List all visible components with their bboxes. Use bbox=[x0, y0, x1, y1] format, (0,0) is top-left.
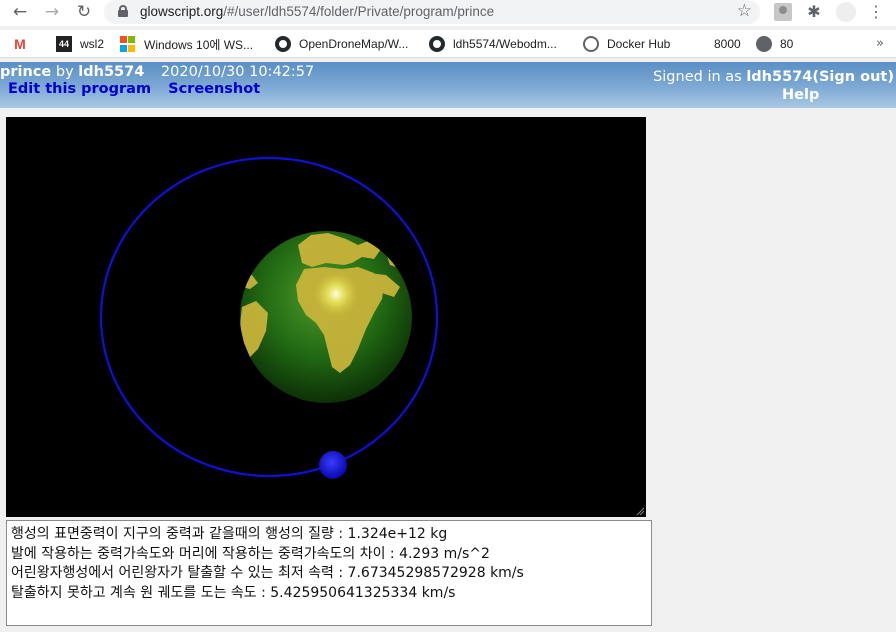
extension-profile-icon[interactable] bbox=[774, 3, 792, 21]
print-output-box[interactable]: 행성의 표면중력이 지구의 중력과 같을때의 행성의 질량 : 1.324e+1… bbox=[6, 520, 652, 626]
bookmark-8000[interactable]: 8000 bbox=[714, 35, 741, 53]
sign-out-link[interactable]: (Sign out) bbox=[812, 69, 894, 85]
gmail-icon: M bbox=[14, 36, 26, 52]
bookmark-opendronemap[interactable]: OpenDroneMap/W... bbox=[275, 35, 408, 53]
lock-icon bbox=[118, 5, 128, 17]
signed-in-status: Signed in as ldh5574(Sign out) bbox=[653, 69, 894, 85]
back-icon[interactable]: ← bbox=[8, 1, 32, 23]
scene-svg bbox=[99, 156, 439, 479]
bookmark-webodm[interactable]: ldh5574/Webodm... bbox=[429, 35, 557, 53]
github-icon bbox=[275, 36, 291, 52]
signed-in-user: ldh5574 bbox=[746, 69, 813, 85]
output-line: 어린왕자행성에서 어린왕자가 탈출할 수 있는 최저 속력 : 7.673452… bbox=[11, 565, 524, 581]
bookmark-star-icon[interactable]: ☆ bbox=[737, 1, 752, 21]
program-name: prince bbox=[0, 64, 52, 80]
vpython-canvas[interactable] bbox=[6, 117, 646, 517]
output-line: 발에 작용하는 중력가속도와 머리에 작용하는 중력가속도의 차이 : 4.29… bbox=[11, 545, 490, 562]
resize-grip-icon[interactable] bbox=[635, 506, 645, 516]
forward-icon[interactable]: → bbox=[40, 1, 64, 23]
docker-icon bbox=[583, 36, 599, 52]
by-label: by bbox=[55, 64, 74, 80]
profile-avatar[interactable] bbox=[836, 2, 856, 22]
site-44-icon: 44 bbox=[56, 36, 72, 52]
browser-toolbar: ← → ↻ glowscript.org/#/user/ldh5574/fold… bbox=[0, 0, 896, 26]
bookmark-windows-wsl[interactable]: Windows 10에 WS... bbox=[120, 35, 253, 53]
windows-logo-icon bbox=[120, 36, 136, 52]
output-line: 탈출하지 못하고 계속 원 궤도를 도는 속도 : 5.425950641325… bbox=[11, 584, 456, 601]
moon-sphere bbox=[319, 451, 347, 479]
extensions-puzzle-icon[interactable]: ✱ bbox=[805, 3, 823, 21]
globe-icon bbox=[756, 36, 772, 52]
bookmark-wsl2[interactable]: 44 wsl2 bbox=[56, 35, 104, 53]
edit-program-link[interactable]: Edit this program bbox=[8, 81, 151, 97]
screenshot-link[interactable]: Screenshot bbox=[168, 81, 260, 97]
bookmark-gmail[interactable]: M bbox=[12, 35, 36, 53]
planet-earth bbox=[240, 231, 412, 403]
program-actions: Edit this program Screenshot bbox=[8, 81, 272, 97]
bookmark-docker-hub[interactable]: Docker Hub bbox=[583, 35, 670, 53]
bookmark-80[interactable]: 80 bbox=[756, 35, 793, 53]
program-owner: ldh5574 bbox=[78, 64, 145, 80]
bookmarks-bar: M 44 wsl2 Windows 10에 WS... OpenDroneMap/… bbox=[0, 30, 896, 58]
url-text[interactable]: glowscript.org/#/user/ldh5574/folder/Pri… bbox=[140, 4, 494, 19]
reload-icon[interactable]: ↻ bbox=[72, 1, 96, 23]
output-line: 행성의 표면중력이 지구의 중력과 같을때의 행성의 질량 : 1.324e+1… bbox=[11, 526, 448, 542]
address-bar[interactable]: glowscript.org/#/user/ldh5574/folder/Pri… bbox=[104, 0, 760, 24]
program-datetime: 2020/10/30 10:42:57 bbox=[160, 64, 315, 80]
github-icon bbox=[429, 36, 445, 52]
more-bookmarks-icon[interactable]: » bbox=[876, 36, 884, 51]
program-title: prince by ldh5574 2020/10/30 10:42:57 bbox=[0, 64, 314, 80]
browser-menu-icon[interactable]: ⋮ bbox=[868, 3, 884, 21]
help-link[interactable]: Help bbox=[782, 87, 819, 103]
glowscript-header: prince by ldh5574 2020/10/30 10:42:57 Ed… bbox=[0, 62, 896, 108]
